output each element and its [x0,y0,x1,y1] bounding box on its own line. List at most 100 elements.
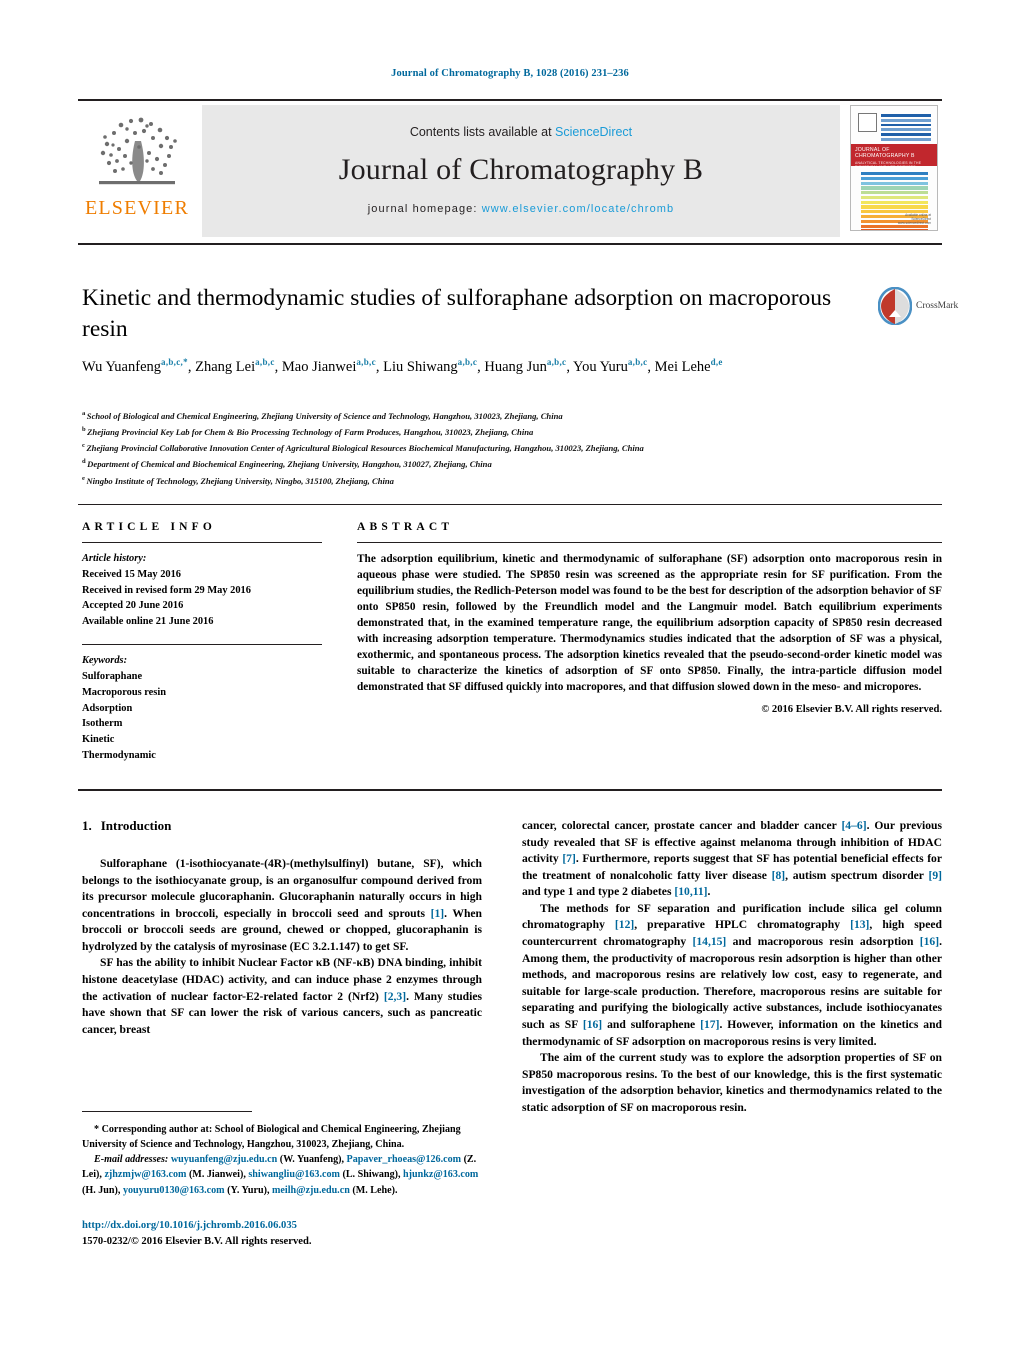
keywords-rule [82,644,322,646]
email-address-link[interactable]: zjhzmjw@163.com [104,1169,186,1180]
affiliation-marker: b [82,426,86,434]
elsevier-logo: ELSEVIER [78,105,196,237]
citation-ref[interactable]: [17] [700,1018,719,1031]
body-paragraph: Sulforaphane (1-isothiocyanate-(4R)-(met… [82,857,482,953]
cover-banner-subtitle: ANALYTICAL TECHNOLOGIES IN THE BIOMEDICA… [855,161,922,170]
body-paragraph: cancer, colorectal cancer, prostate canc… [522,819,942,899]
email-owner-name: (Y. Yuru), [224,1184,272,1196]
author-name: Liu Shiwang [383,359,458,375]
citation-ref[interactable]: [10,11] [674,885,707,898]
keyword-item: Kinetic [82,734,115,746]
journal-cover-thumbnail[interactable]: JOURNAL OF CHROMATOGRAPHY B ANALYTICAL T… [846,105,942,237]
body-column-right: cancer, colorectal cancer, prostate canc… [522,818,942,1116]
keyword-items: Sulforaphane Macroporous resin Adsorption I… [82,669,322,764]
keywords-group: Keywords: Sulforaphane Macroporous resin A… [82,653,322,764]
article-title: Kinetic and thermodynamic studies of sul… [82,285,832,343]
citation-ref[interactable]: [8] [772,869,786,882]
citation-ref[interactable]: [16] [920,935,939,948]
affiliation-text: Department of Chemical and Biochemical E… [87,459,492,470]
author-affiliation-marks: a,b,c [457,357,478,368]
citation-ref[interactable]: [4–6] [841,819,866,832]
sciencedirect-link[interactable]: ScienceDirect [555,125,632,139]
cover-red-banner: JOURNAL OF CHROMATOGRAPHY B ANALYTICAL T… [851,144,937,169]
cover-foot-line3: www.sciencedirect.com [897,220,931,225]
paper-page: Journal of Chromatography B, 1028 (2016)… [0,0,1020,1351]
affiliation-text: Ningbo Institute of Technology, Zhejiang… [86,475,394,486]
author-affiliation-marks: a,b,c [356,357,376,368]
body-paragraph: SF has the ability to inhibit Nuclear Fa… [82,956,483,1036]
cover-top-bars [858,113,931,141]
affiliation-item: c Zhejiang Provincial Collaborative Innov… [82,440,942,456]
abstract-copyright: © 2016 Elsevier B.V. All rights reserved… [761,704,942,716]
affiliation-list: a School of Biological and Chemical Engin… [82,408,942,489]
crossmark-label: CrossMark [916,301,959,311]
email-owner-name: (W. Yuanfeng), [277,1154,347,1166]
citation-ref[interactable]: [12] [615,918,634,931]
citation-ref[interactable]: [13] [850,918,869,931]
email-address-link[interactable]: wuyuanfeng@zju.edu.cn [171,1154,277,1165]
article-info-heading: ARTICLE INFO [82,521,217,533]
email-address-link[interactable]: youyuru0130@163.com [123,1185,225,1196]
email-address-link[interactable]: shiwangliu@163.com [248,1169,340,1180]
masthead-bottom-rule [78,243,942,245]
email-owner-name: (H. Jun), [82,1184,123,1196]
author-affiliation-marks: a,b,c,* [161,357,188,368]
abstract-text: The adsorption equilibrium, kinetic and … [357,553,942,694]
affiliation-text: Zhejiang Provincial Collaborative Innova… [86,443,644,454]
abstract-rule [357,542,942,543]
citation-ref[interactable]: [9] [928,869,942,882]
journal-homepage-link[interactable]: www.elsevier.com/locate/chromb [482,203,675,215]
introduction-title: Introduction [100,818,172,833]
article-history-item: Received 15 May 2016 [82,568,181,580]
cover-publisher-mark-icon [858,113,877,132]
author-name: Mei Lehe [654,359,711,375]
citation-ref[interactable]: [1] [431,907,445,920]
author-name: Mao Jianwei [281,359,357,375]
elsevier-wordmark: ELSEVIER [84,197,190,219]
author-affiliation-marks: a,b,c [546,357,567,368]
article-history-item: Accepted 20 June 2016 [82,600,184,612]
journal-band: Contents lists available at ScienceDirec… [202,105,840,237]
email-owner-name: (M. Jianwei), [186,1169,249,1181]
affiliation-marker: d [82,458,86,466]
article-history-group: Article history: Received 15 May 2016 Rec… [82,551,322,630]
crossmark-badge[interactable]: CrossMark [877,285,959,327]
abstract-heading: ABSTRACT [357,521,454,533]
contents-available-line: Contents lists available at ScienceDirec… [410,125,632,139]
doi-link[interactable]: http://dx.doi.org/10.1016/j.jchromb.2016… [82,1218,512,1234]
author-name: Zhang Lei [195,359,256,375]
article-history-items: Received 15 May 2016 Received in revised … [82,567,322,630]
article-history-item: Available online 21 June 2016 [82,616,214,628]
citation-ref[interactable]: [14,15] [692,935,726,948]
keyword-item: Adsorption [82,702,133,714]
affiliation-text: Zhejiang Provincial Key Lab for Chem & B… [87,427,534,438]
info-block-top-rule [78,504,942,505]
body-paragraph: The aim of the current study was to expl… [522,1051,942,1114]
citation-ref[interactable]: [7] [562,852,576,865]
email-owner-name: (M. Lehe). [349,1184,398,1196]
body-column-left: 1. Introduction Sulforaphane (1-isothiocy… [82,818,482,1038]
affiliation-item: d Department of Chemical and Biochemical … [82,456,942,472]
introduction-left-paragraphs: Sulforaphane (1-isothiocyanate-(4R)-(met… [82,856,482,1038]
keyword-item: Sulforaphane [82,670,143,682]
corresponding-author-note: * Corresponding author at: School of Bio… [82,1124,461,1151]
abstract-column: ABSTRACT The adsorption equilibrium, kin… [357,521,942,715]
author-affiliation-marks: d,e [710,357,723,368]
issn-copyright-line: 1570-0232/© 2016 Elsevier B.V. All right… [82,1236,312,1248]
elsevier-tree-icon [91,111,183,197]
author-name: Huang Jun [484,359,547,375]
article-history-item: Received in revised form 29 May 2016 [82,584,251,596]
introduction-number: 1. [82,818,92,833]
email-address-link[interactable]: Papaver_rhoeas@126.com [347,1154,462,1165]
affiliation-item: e Ningbo Institute of Technology, Zhejian… [82,473,942,489]
citation-ref[interactable]: [16] [583,1018,602,1031]
affiliation-text: School of Biological and Chemical Engine… [86,410,563,421]
body-paragraph: The methods for SF separation and purifi… [522,901,942,1048]
journal-title: Journal of Chromatography B [338,153,704,186]
keywords-label: Keywords: [82,655,128,667]
email-address-link[interactable]: meilh@zju.edu.cn [272,1185,350,1196]
email-address-link[interactable]: hjunkz@163.com [403,1169,478,1180]
contents-prefix: Contents lists available at [409,125,556,139]
keyword-item: Macroporous resin [82,686,166,698]
citation-ref[interactable]: [2,3] [384,990,406,1003]
